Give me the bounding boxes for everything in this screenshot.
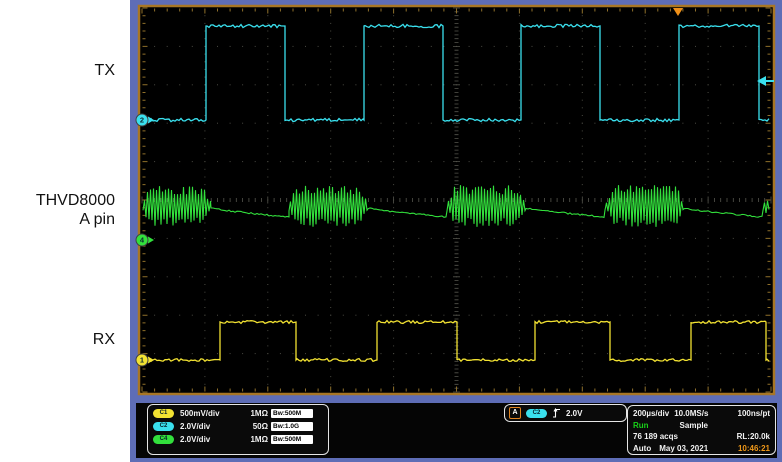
trigger-sequence-badge: A: [509, 407, 521, 419]
time-value: 10:46:21: [738, 444, 770, 453]
ch2-scale: 2.0V/div: [180, 422, 242, 431]
trigger-source-badge: C2: [526, 409, 547, 418]
record-length: RL:20.0k: [737, 432, 770, 441]
trigger-level-value: 2.0V: [566, 409, 582, 418]
channel-row-c1[interactable]: C1 500mV/div 1MΩ Bw:500M: [148, 407, 328, 420]
channel-row-c2[interactable]: C2 2.0V/div 50Ω Bw:1.0G: [148, 420, 328, 433]
ch1-bandwidth: Bw:500M: [271, 409, 313, 418]
ch1-scale: 500mV/div: [180, 409, 242, 418]
sample-interval-value: 100ns/pt: [738, 409, 770, 418]
channel-row-c4[interactable]: C4 2.0V/div 1MΩ Bw:500M: [148, 433, 328, 446]
ch2-bandwidth: Bw:1.0G: [271, 422, 313, 431]
acquisition-box[interactable]: 200µs/div 10.0MS/s 100ns/pt Run Sample 7…: [627, 405, 776, 455]
scope-screen[interactable]: 241: [0, 0, 782, 462]
oscilloscope-window: 241 C1 500mV/div 1MΩ Bw:500M C2 2.0V/div…: [130, 0, 782, 462]
acquisition-count: 76 189 acqs: [633, 432, 678, 441]
channel-2-marker-label: 2: [140, 116, 144, 125]
channel-1-marker-label: 1: [140, 356, 144, 365]
ch2-impedance: 50Ω: [242, 422, 268, 431]
trigger-mode: Auto: [633, 444, 651, 453]
ch1-impedance: 1MΩ: [242, 409, 268, 418]
ch2-badge[interactable]: C2: [153, 422, 174, 431]
page: TX THVD8000 A pin RX 241 C1 500mV/div 1M…: [0, 0, 782, 462]
date-value: May 03, 2021: [659, 444, 708, 453]
acquisition-mode: Sample: [680, 421, 708, 430]
channel-settings-box: C1 500mV/div 1MΩ Bw:500M C2 2.0V/div 50Ω…: [147, 404, 329, 455]
ch1-badge[interactable]: C1: [153, 409, 174, 418]
rising-edge-icon: [552, 408, 561, 419]
run-state: Run: [633, 421, 649, 430]
trigger-readout-box[interactable]: A C2 2.0V: [504, 404, 627, 422]
ch4-scale: 2.0V/div: [180, 435, 242, 444]
sample-rate-value: 10.0MS/s: [674, 409, 708, 418]
timebase-value: 200µs/div: [633, 409, 669, 418]
ch4-badge[interactable]: C4: [153, 435, 174, 444]
ch4-bandwidth: Bw:500M: [271, 435, 313, 444]
ch4-impedance: 1MΩ: [242, 435, 268, 444]
